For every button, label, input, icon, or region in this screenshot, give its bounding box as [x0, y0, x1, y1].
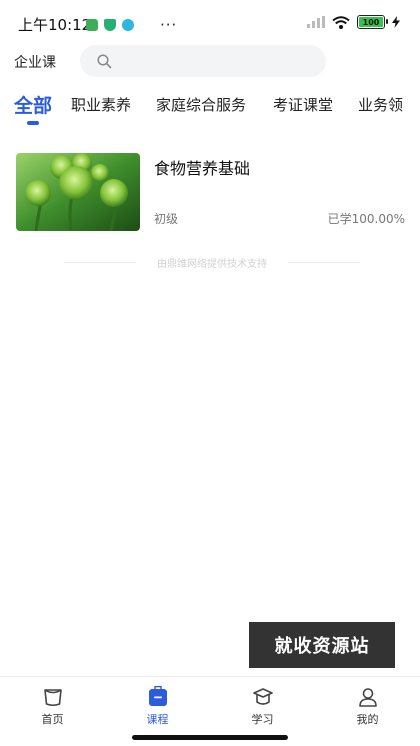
- tech-support-credit: 由鼎维网络提供技术支持: [64, 254, 360, 270]
- nav-home-label: 首页: [41, 713, 64, 726]
- credit-text: 由鼎维网络提供技术支持: [157, 259, 267, 270]
- tab-business[interactable]: 业务领: [358, 94, 403, 115]
- app-notification-icon: [86, 19, 98, 31]
- nav-courses[interactable]: 课程: [105, 677, 210, 729]
- course-progress: 已学100.00%: [327, 212, 405, 226]
- battery-icon: 100: [357, 15, 388, 29]
- nav-study[interactable]: 学习: [210, 677, 315, 729]
- tab-professional-quality[interactable]: 职业素养: [71, 94, 131, 115]
- notification-icons: ···: [86, 16, 177, 34]
- page-title: 企业课: [14, 55, 56, 71]
- nav-courses-label: 课程: [146, 713, 169, 726]
- header: 企业课: [0, 44, 420, 82]
- bottom-nav: 首页 课程 学习 我的: [0, 676, 420, 729]
- status-time: 上午10:12: [18, 16, 92, 34]
- more-notifications-icon: ···: [160, 16, 178, 34]
- home-indicator[interactable]: [132, 735, 288, 740]
- course-card[interactable]: 食物营养基础 初级 已学100.00%: [16, 153, 408, 233]
- home-icon: [44, 689, 62, 707]
- search-input[interactable]: [80, 45, 326, 77]
- course-title: 食物营养基础: [154, 159, 251, 178]
- status-bar: 上午10:12 ··· 100: [0, 0, 420, 44]
- active-tab-indicator: [27, 121, 39, 125]
- category-tabs: 全部 职业素养 家庭综合服务 考证课堂 业务领: [0, 90, 420, 128]
- nav-study-label: 学习: [251, 713, 274, 726]
- battery-level: 100: [362, 17, 380, 27]
- search-icon: [97, 54, 112, 69]
- wifi-icon: [332, 15, 350, 29]
- charging-icon: [392, 16, 400, 28]
- tab-family-services[interactable]: 家庭综合服务: [156, 94, 246, 115]
- course-level: 初级: [154, 212, 179, 226]
- watermark: 就收资源站: [249, 622, 395, 668]
- study-icon: [253, 688, 273, 705]
- cube-icon: [122, 19, 134, 31]
- nav-home[interactable]: 首页: [0, 677, 105, 729]
- nav-profile[interactable]: 我的: [315, 677, 420, 729]
- signal-icon: [307, 16, 325, 28]
- tab-certification[interactable]: 考证课堂: [273, 94, 333, 115]
- nav-profile-label: 我的: [356, 713, 379, 726]
- course-icon: [149, 686, 167, 706]
- watermark-text: 就收资源站: [274, 636, 370, 657]
- shield-icon: [104, 19, 116, 31]
- tab-all[interactable]: 全部: [14, 91, 52, 118]
- profile-icon: [359, 688, 377, 707]
- system-status: 100: [307, 15, 400, 29]
- course-thumbnail: [16, 153, 140, 231]
